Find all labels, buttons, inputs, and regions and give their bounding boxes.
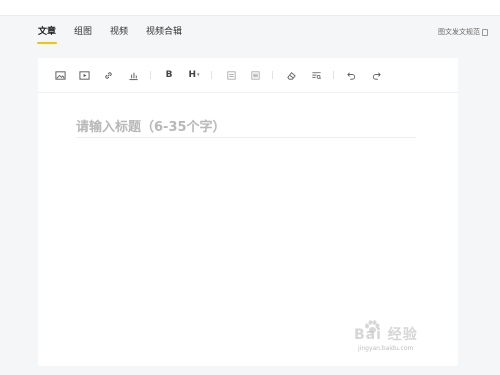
undo-button[interactable] [344,68,358,82]
insert-video-button[interactable] [77,68,91,82]
video-icon [78,70,90,80]
redo-button[interactable] [369,68,383,82]
content-type-tabs: 文章 组图 视频 视频合辑 [0,16,500,46]
tab-gallery-label: 组图 [74,27,93,37]
quote-button[interactable] [224,68,238,82]
eraser-icon [286,71,296,80]
format-painter-button[interactable] [309,68,323,82]
heading-icon: H [188,70,197,80]
format-icon [311,71,321,79]
title-input[interactable] [76,117,416,138]
watermark-url: jingyan.baidu.com [358,345,414,352]
tab-video-collection-label: 视频合辑 [146,27,183,37]
image-icon [54,70,66,80]
tab-article[interactable]: 文章 [37,27,58,44]
publishing-guidelines-link[interactable]: 图文发文规范 [438,27,488,37]
toolbar-divider [211,71,212,79]
divider-button[interactable] [248,68,262,82]
insert-link-button[interactable] [101,68,115,82]
heading-dropdown-caret: ▾ [197,72,200,78]
redo-icon [372,71,381,80]
editor-toolbar: B H ▾ [38,58,458,93]
tab-video-collection[interactable]: 视频合辑 [146,27,182,38]
link-icon [104,71,112,79]
chart-icon [128,72,138,80]
bold-icon: B [165,70,173,80]
clear-format-button[interactable] [284,68,298,82]
insert-image-button[interactable] [53,68,67,82]
tab-video-label: 视频 [110,27,129,37]
undo-icon [346,71,355,80]
bold-button[interactable]: B [162,68,176,82]
top-navigation-bar [0,0,500,16]
toolbar-divider [150,71,151,79]
heading-button[interactable]: H ▾ [187,68,201,82]
tab-article-label: 文章 [38,27,57,37]
watermark-text: Bai 经验 [354,327,418,343]
document-icon [482,28,488,36]
tab-video[interactable]: 视频 [110,27,128,38]
quote-icon [226,70,236,80]
editor-card: B H ▾ 请输入标题（6-35个字） Bai 经验 jingyan.baidu… [38,58,458,366]
publishing-guidelines-label: 图文发文规范 [438,28,480,36]
watermark: Bai 经验 jingyan.baidu.com [336,318,436,358]
insert-chart-button[interactable] [126,68,140,82]
toolbar-divider [272,71,273,79]
divider-icon [250,70,260,80]
active-tab-indicator [37,42,58,44]
toolbar-divider [333,71,334,79]
tab-gallery[interactable]: 组图 [74,27,92,38]
